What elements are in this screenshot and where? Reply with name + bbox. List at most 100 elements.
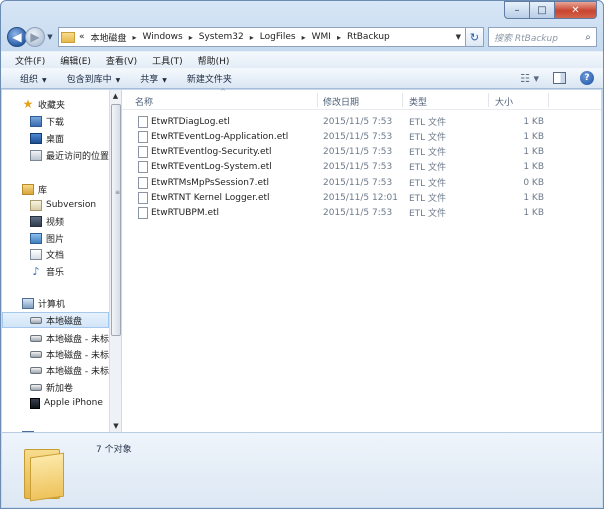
file-row[interactable]: EtwRTEventLog-Application.etl 2015/11/5 … [132, 129, 591, 144]
file-size: 1 KB [523, 116, 544, 127]
column-divider[interactable] [402, 93, 403, 107]
column-divider[interactable] [317, 93, 318, 107]
file-type: ETL 文件 [409, 163, 447, 173]
scroll-down-icon[interactable]: ▼ [110, 420, 122, 432]
column-size[interactable]: 大小 [495, 95, 513, 108]
sidebar-item-subversion[interactable]: Subversion [30, 197, 96, 213]
menu-edit[interactable]: 编辑(E) [60, 54, 91, 67]
sidebar-item-local-disk-3[interactable]: 本地磁盘 - 未标 [30, 346, 109, 362]
column-type[interactable]: 类型 [409, 95, 427, 108]
file-name: EtwRTMsMpPsSession7.etl [151, 177, 270, 188]
file-name: EtwRTEventLog-Application.etl [151, 131, 289, 142]
file-icon [138, 130, 148, 143]
breadcrumb-separator[interactable]: ▸ [337, 33, 341, 42]
file-type: ETL 文件 [409, 118, 447, 128]
search-input[interactable]: 搜索 RtBackup [494, 31, 580, 44]
address-history-dropdown[interactable]: ▼ [452, 33, 465, 41]
star-icon: ★ [22, 97, 34, 111]
recent-pages-dropdown[interactable]: ▼ [45, 33, 55, 41]
menu-tools[interactable]: 工具(T) [152, 54, 183, 67]
sidebar-item-local-disk-4[interactable]: 本地磁盘 - 未标 [30, 362, 109, 378]
details-pane: 7 个对象 [2, 432, 602, 507]
sidebar-item-pictures[interactable]: 图片 [30, 230, 64, 246]
sidebar-item-recent[interactable]: 最近访问的位置 [30, 147, 109, 163]
new-folder-button[interactable]: 新建文件夹 [187, 72, 232, 85]
column-divider[interactable] [488, 93, 489, 107]
scroll-grip-icon: ≡ [115, 189, 121, 196]
change-view-icon[interactable]: ☷ ▾ [520, 72, 539, 85]
maximize-button[interactable]: □ [530, 1, 555, 19]
menu-help[interactable]: 帮助(H) [198, 54, 230, 67]
scroll-up-icon[interactable]: ▲ [110, 90, 121, 102]
file-row[interactable]: EtwRTUBPM.etl 2015/11/5 7:53 ETL 文件 1 KB [132, 205, 591, 220]
music-note-icon: ♪ [32, 264, 40, 278]
breadcrumb-separator[interactable]: ▸ [189, 33, 193, 42]
file-type: ETL 文件 [409, 133, 447, 143]
sidebar-header-label: 计算机 [38, 299, 66, 310]
file-row[interactable]: EtwRTNT Kernel Logger.etl 2015/11/5 12:0… [132, 190, 591, 205]
sidebar-item-downloads[interactable]: 下载 [30, 113, 64, 129]
breadcrumb-item[interactable]: WMI [312, 32, 331, 42]
minimize-button[interactable]: – [504, 1, 530, 19]
file-size: 1 KB [523, 161, 544, 172]
navigation-scrollbar[interactable]: ▲ ≡ ▼ [109, 90, 121, 432]
sidebar-item-label: 最近访问的位置 [46, 151, 109, 162]
preview-pane-icon[interactable] [553, 72, 566, 84]
file-name: EtwRTUBPM.etl [151, 207, 220, 218]
sidebar-item-local-disk-2[interactable]: 本地磁盘 - 未标 [30, 330, 109, 346]
column-name[interactable]: 名称 [135, 95, 153, 108]
file-icon [138, 145, 148, 158]
breadcrumb-separator[interactable]: ▸ [250, 33, 254, 42]
sidebar-item-videos[interactable]: 视频 [30, 213, 64, 229]
refresh-button[interactable]: ↻ [466, 27, 484, 47]
file-row[interactable]: EtwRTDiagLog.etl 2015/11/5 7:53 ETL 文件 1… [132, 114, 591, 129]
help-icon[interactable]: ? [580, 71, 594, 85]
file-row[interactable]: EtwRTEventLog-System.etl 2015/11/5 7:53 … [132, 159, 591, 174]
file-type: ETL 文件 [409, 209, 447, 219]
sidebar-item-label: 本地磁盘 - 未标 [46, 334, 109, 345]
scrollbar-thumb[interactable]: ≡ [111, 104, 121, 336]
menu-file[interactable]: 文件(F) [15, 54, 45, 67]
file-date: 2015/11/5 7:53 [323, 177, 393, 188]
sidebar-item-documents[interactable]: 文档 [30, 246, 64, 262]
file-name: EtwRTEventlog-Security.etl [151, 146, 272, 157]
file-date: 2015/11/5 7:53 [323, 131, 393, 142]
include-in-library-button[interactable]: 包含到库中 ▼ [67, 72, 121, 85]
breadcrumb-separator[interactable]: ▸ [133, 33, 137, 42]
forward-button[interactable]: ▶ [25, 27, 45, 47]
close-button[interactable]: ✕ [555, 1, 597, 19]
sidebar-libraries[interactable]: 库 [22, 181, 47, 197]
breadcrumb-item[interactable]: Windows [143, 32, 183, 42]
sidebar-favorites[interactable]: ★ 收藏夹 [22, 96, 65, 112]
sidebar-item-local-disk[interactable]: 本地磁盘 [2, 312, 109, 328]
back-button[interactable]: ◀ [7, 27, 27, 47]
address-bar[interactable]: « 本地磁盘 ▸ Windows ▸ System32 ▸ LogFiles ▸… [58, 27, 466, 47]
sidebar-computer[interactable]: 计算机 [22, 295, 65, 311]
search-icon[interactable]: ⌕ [580, 32, 596, 43]
iphone-icon [30, 397, 40, 409]
address-overflow[interactable]: « [79, 32, 85, 42]
file-row[interactable]: EtwRTMsMpPsSession7.etl 2015/11/5 7:53 E… [132, 175, 591, 190]
sidebar-item-music[interactable]: ♪ 音乐 [30, 263, 64, 279]
sidebar-item-iphone[interactable]: Apple iPhone [30, 395, 103, 411]
sidebar-item-new-volume[interactable]: 新加卷 [30, 379, 73, 395]
breadcrumb-item[interactable]: RtBackup [347, 32, 390, 42]
share-button[interactable]: 共享 ▼ [140, 72, 167, 85]
breadcrumb-separator[interactable]: ▸ [302, 33, 306, 42]
file-row[interactable]: EtwRTEventlog-Security.etl 2015/11/5 7:5… [132, 144, 591, 159]
subversion-library-icon [30, 199, 42, 211]
search-box[interactable]: 搜索 RtBackup ⌕ [488, 27, 597, 47]
documents-icon [30, 248, 42, 260]
sidebar-item-desktop[interactable]: 桌面 [30, 130, 64, 146]
column-divider[interactable] [548, 93, 549, 107]
column-date[interactable]: 修改日期 [323, 95, 359, 108]
breadcrumb-item[interactable]: LogFiles [260, 32, 296, 42]
file-type: ETL 文件 [409, 148, 447, 158]
hard-drive-icon [30, 366, 42, 374]
sidebar-item-label: Subversion [46, 200, 97, 210]
organize-button[interactable]: 组织 ▼ [20, 72, 47, 85]
breadcrumb-item[interactable]: 本地磁盘 [91, 31, 127, 44]
file-icon [138, 176, 148, 189]
breadcrumb-item[interactable]: System32 [199, 32, 244, 42]
menu-view[interactable]: 查看(V) [106, 54, 137, 67]
